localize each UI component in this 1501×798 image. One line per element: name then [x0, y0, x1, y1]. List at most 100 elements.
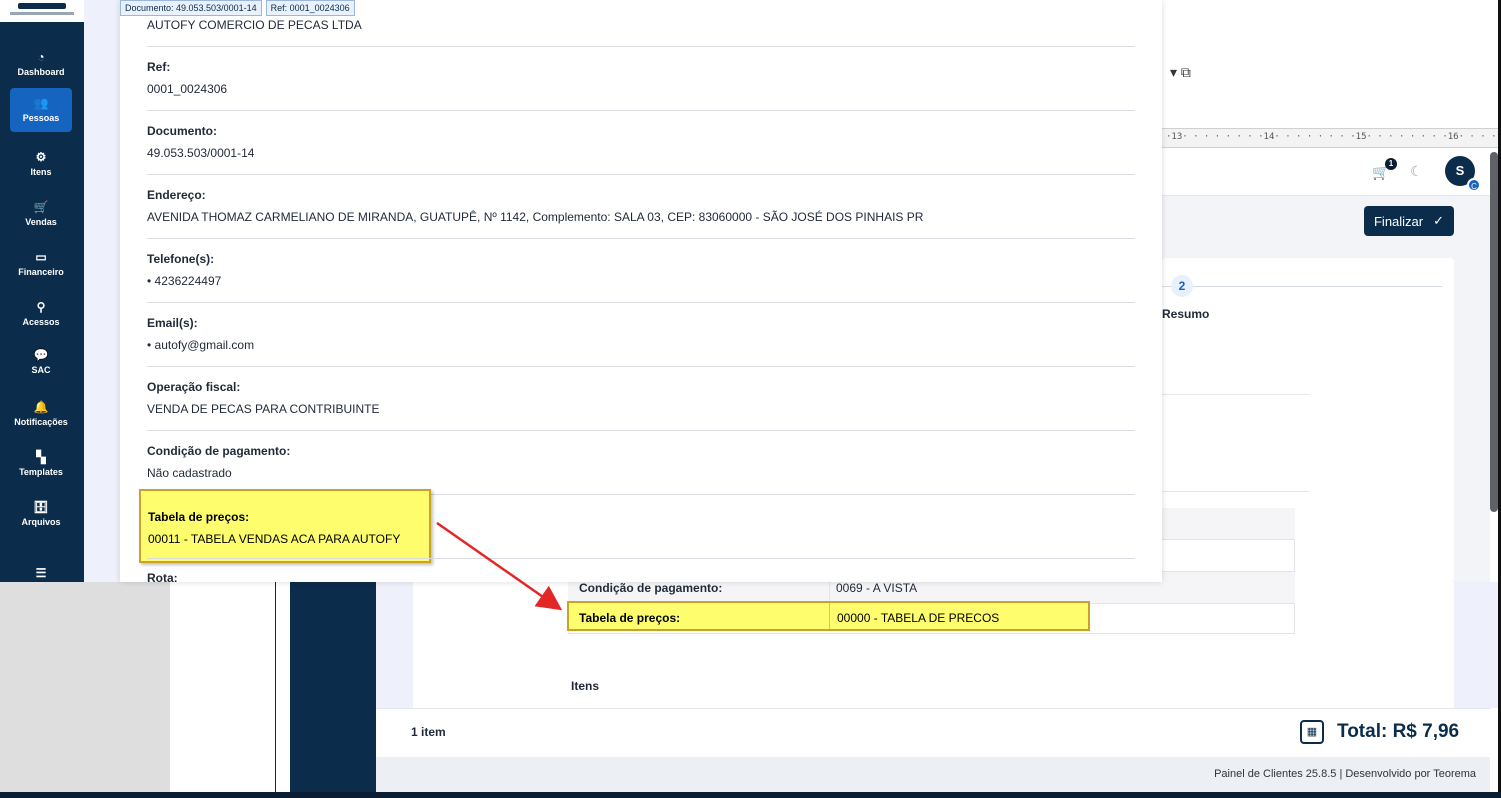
divider	[147, 430, 1135, 431]
vertical-divider	[275, 582, 276, 792]
divider	[147, 174, 1135, 175]
sidebar-item-label: Itens	[30, 167, 52, 177]
sidebar-item-label: Arquivos	[21, 517, 61, 527]
order-total: Total: R$ 7,96	[1337, 721, 1460, 742]
app-header	[1162, 152, 1490, 196]
divider	[1162, 394, 1310, 395]
sidebar-item-settings[interactable]: ☰	[10, 552, 72, 596]
documento-value: 49.053.503/0001-14	[147, 146, 255, 160]
condicao-value: 0069 - A VISTA	[836, 581, 918, 595]
logo-subtitle	[10, 12, 74, 15]
sidebar-item-label: SAC	[31, 365, 51, 375]
sidebar-item-label: Vendas	[25, 217, 57, 227]
sidebar-item-itens[interactable]: ⚙ Itens	[10, 142, 72, 186]
chat-icon: 💬	[33, 348, 49, 362]
stepper-line	[1162, 286, 1442, 287]
settings-sliders-icon: ☰	[35, 565, 47, 580]
finalizar-label: Finalizar	[1373, 213, 1424, 229]
step-2-circle[interactable]: 2	[1171, 275, 1193, 297]
tabela-precos-highlight-row: Tabela de preços: 00000 - TABELA DE PREC…	[567, 601, 1090, 631]
ref-value: 0001_0024306	[147, 82, 228, 96]
background-panel	[0, 582, 170, 792]
access-icon: ⚲	[36, 300, 46, 314]
documento-label: Documento:	[147, 124, 217, 138]
rota-label: Rota:	[147, 571, 178, 582]
cell-separator	[829, 603, 830, 629]
scrollbar[interactable]	[1490, 152, 1498, 512]
ruler: ·13· · · · · · · ·14· · · · · · · ·15· ·…	[1162, 128, 1498, 148]
archive-icon: 🗄	[33, 500, 49, 514]
operacao-value: VENDA DE PECAS PARA CONTRIBUINTE	[147, 402, 380, 416]
bell-icon: 🔔	[33, 400, 49, 414]
divider	[147, 366, 1135, 367]
telefone-item: • 4236224497	[147, 274, 222, 288]
telefone-label: Telefone(s):	[147, 252, 215, 266]
endereco-value: AVENIDA THOMAZ CARMELIANO DE MIRANDA, GU…	[147, 210, 924, 224]
email-item: • autofy@gmail.com	[147, 338, 255, 352]
moon-icon[interactable]: ☾	[1410, 163, 1423, 180]
items-icon: ⚙	[35, 150, 47, 164]
sidebar-item-pessoas[interactable]: 👥 Pessoas	[10, 88, 72, 132]
tabela-label: Tabela de preços:	[579, 611, 681, 625]
divider	[147, 238, 1135, 239]
ref-label: Ref:	[147, 60, 171, 74]
divider	[147, 302, 1135, 303]
sidebar-item-financeiro[interactable]: ▭ Financeiro	[10, 242, 72, 286]
sidebar-item-sac[interactable]: 💬 SAC	[10, 340, 72, 384]
status-text: Painel de Clientes 25.8.5 | Desenvolvido…	[1214, 768, 1476, 780]
wallet-icon: ▭	[35, 250, 47, 264]
main-sidebar: ◔ Dashboard 👥 Pessoas ⚙ Itens 🛒 Vendas ▭ Financei…	[0, 0, 84, 582]
tabela-precos-highlight: Tabela de preços: 00011 - TABELA VENDAS …	[139, 489, 431, 563]
sidebar-item-label: Pessoas	[22, 113, 60, 123]
sidebar-item-notifica-es[interactable]: 🔔 Notificações	[10, 392, 72, 436]
divider	[147, 46, 1135, 47]
sidebar-item-templates[interactable]: ▚ Templates	[10, 442, 72, 486]
cart-badge: 1	[1385, 158, 1397, 170]
document-chip: Documento: 49.053.503/0001-14	[120, 0, 262, 16]
avatar-badge: C	[1467, 178, 1481, 192]
sidebar-item-label: Acessos	[22, 317, 60, 327]
template-icon: ▚	[36, 450, 46, 464]
sidebar-item-arquivos[interactable]: 🗄 Arquivos	[10, 492, 72, 536]
collapsed-sidebar	[290, 582, 376, 792]
background-column	[170, 582, 290, 792]
sidebar-item-label: Notificações	[14, 417, 68, 427]
itens-heading: Itens	[571, 679, 600, 693]
finalizar-button[interactable]: Finalizar ✓	[1364, 206, 1454, 236]
sidebar-item-vendas[interactable]: 🛒 Vendas	[10, 192, 72, 236]
sidebar-item-dashboard[interactable]: ◔ Dashboard	[10, 42, 72, 86]
item-count: 1 item	[411, 725, 446, 739]
customer-details-modal: Documento: 49.053.503/0001-14 Ref: 0001_…	[120, 0, 1162, 582]
sidebar-item-label: Financeiro	[18, 267, 64, 277]
email-value: autofy@gmail.com	[154, 338, 255, 352]
endereco-label: Endereço:	[147, 188, 206, 202]
email-label: Email(s):	[147, 316, 198, 330]
calculator-icon[interactable]: ▦	[1300, 720, 1324, 744]
doc-chips: Documento: 49.053.503/0001-14 Ref: 0001_…	[120, 0, 355, 18]
divider	[1162, 491, 1310, 492]
people-icon: 👥	[33, 96, 49, 110]
sidebar-item-acessos[interactable]: ⚲ Acessos	[10, 292, 72, 336]
condicao-pagamento-value: Não cadastrado	[147, 466, 232, 480]
telefone-value: 4236224497	[154, 274, 222, 288]
check-icon: ✓	[1433, 213, 1445, 228]
dashboard-icon: ◔	[37, 50, 45, 64]
logo-mark	[18, 3, 66, 9]
company-name: AUTOFY COMERCIO DE PECAS LTDA	[147, 18, 362, 32]
app-logo[interactable]	[0, 0, 84, 22]
ref-chip: Ref: 0001_0024306	[265, 0, 355, 16]
operacao-label: Operação fiscal:	[147, 380, 241, 394]
condicao-label: Condição de pagamento:	[579, 581, 723, 595]
condicao-pagamento-label: Condição de pagamento:	[147, 444, 291, 458]
sidebar-item-label: Templates	[19, 467, 63, 477]
tabela-value: 00000 - TABELA DE PRECOS	[837, 611, 1000, 625]
divider	[147, 558, 1135, 559]
divider	[147, 110, 1135, 111]
tabela-precos-value: 00011 - TABELA VENDAS ACA PARA AUTOFY	[148, 532, 401, 546]
sidebar-item-label: Dashboard	[17, 67, 65, 77]
page-gutter	[84, 0, 120, 582]
tabela-precos-label: Tabela de preços:	[148, 510, 250, 524]
status-bar: Painel de Clientes 25.8.5 | Desenvolvido…	[376, 757, 1490, 792]
window-frame-bottom	[0, 792, 1501, 798]
toolbar-dropdown[interactable]: ▾ ⧉	[1170, 64, 1191, 81]
